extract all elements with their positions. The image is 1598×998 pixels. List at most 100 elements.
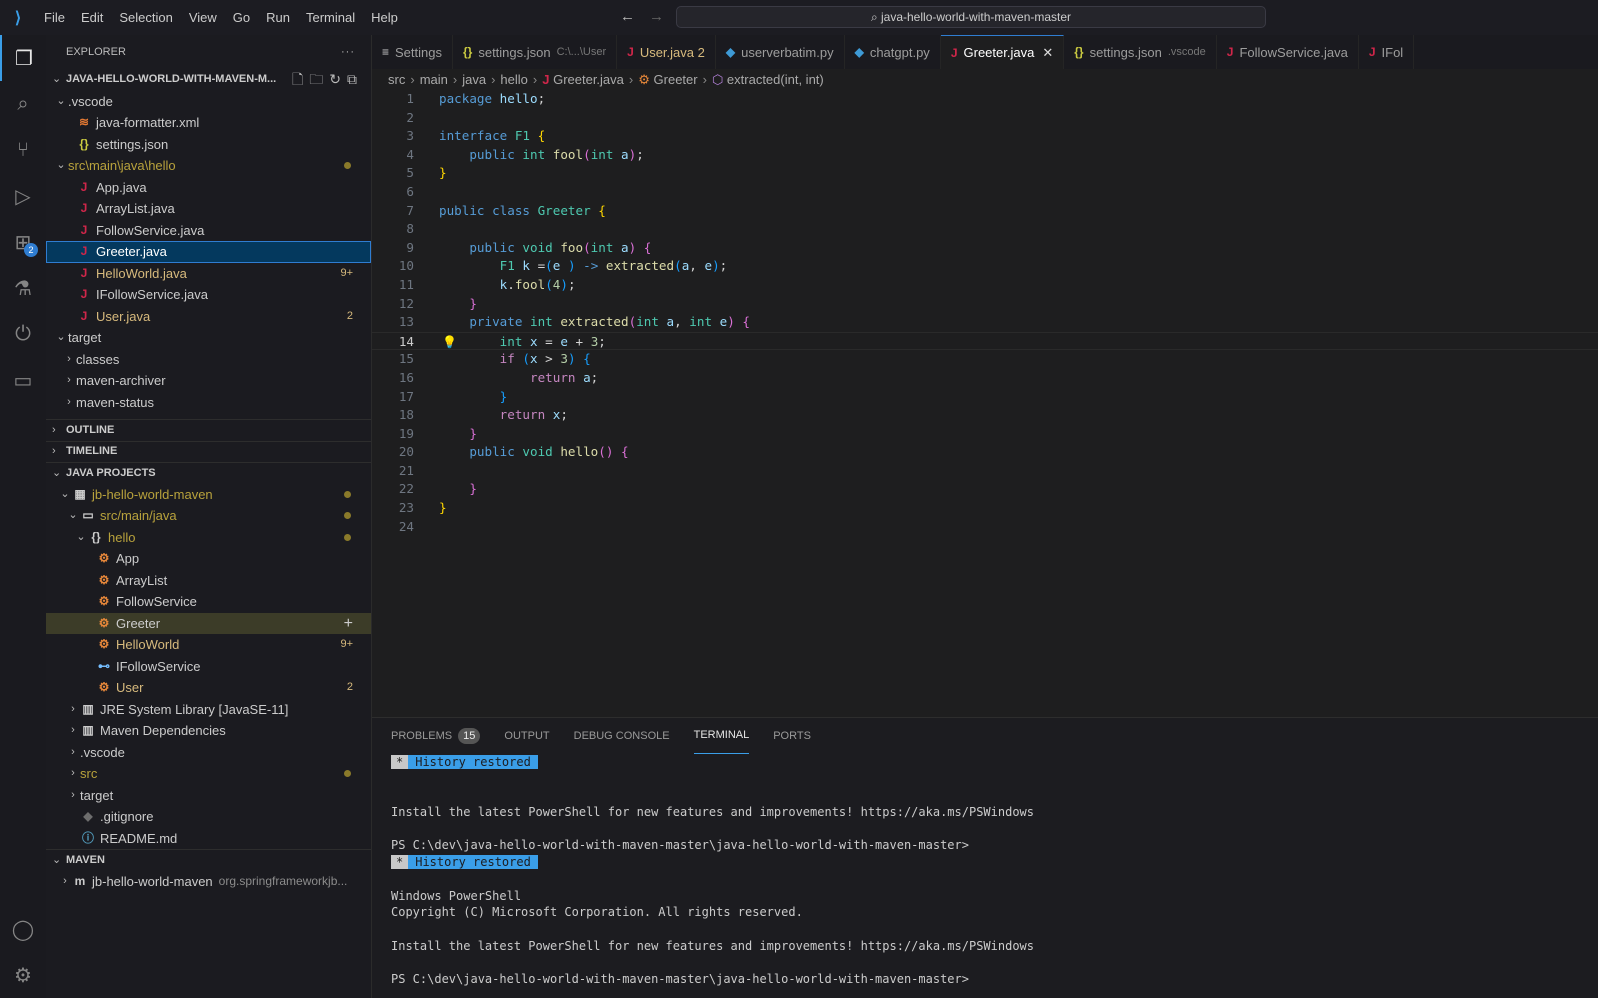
tree-item[interactable]: › src [46, 763, 371, 785]
timeline-section[interactable]: TIMELINE [66, 441, 117, 463]
tree-item[interactable]: ⚙ App [46, 548, 371, 570]
menu-go[interactable]: Go [225, 10, 258, 25]
chevron-down-icon[interactable]: ⌄ [52, 463, 66, 485]
tree-item[interactable]: J IFollowService.java [46, 284, 371, 306]
chat-icon[interactable]: ▭ [0, 357, 46, 403]
breadcrumb-item[interactable]: main [420, 72, 448, 87]
chevron-down-icon[interactable]: ⌄ [52, 850, 66, 872]
collapse-all-icon[interactable]: ⧉ [347, 71, 363, 87]
tree-item[interactable]: {} settings.json [46, 134, 371, 156]
tree-item[interactable]: › maven-archiver [46, 370, 371, 392]
menu-file[interactable]: File [36, 10, 73, 25]
tree-item[interactable]: › .vscode [46, 742, 371, 764]
run-debug-icon[interactable]: ▷ [0, 173, 46, 219]
tree-item[interactable]: ⓘ README.md [46, 828, 371, 850]
refresh-icon[interactable]: ↻ [329, 71, 347, 87]
tab-user-java-2[interactable]: J User.java 2 [617, 35, 716, 69]
tree-item[interactable]: › ▥ JRE System Library [JavaSE-11] [46, 699, 371, 721]
tree-item[interactable]: › m jb-hello-world-maven org.springframewor… [46, 871, 371, 893]
tree-item[interactable]: ⌄ ▦ jb-hello-world-maven [46, 484, 371, 506]
outline-section[interactable]: OUTLINE [66, 420, 114, 442]
menu-edit[interactable]: Edit [73, 10, 111, 25]
extensions-icon[interactable]: ⊞ 2 [0, 219, 46, 265]
tab-ifol[interactable]: J IFol [1359, 35, 1415, 69]
terminal-output[interactable]: * History restored Install the latest Powe… [372, 754, 1598, 988]
tree-item[interactable]: ⚙ HelloWorld 9+ [46, 634, 371, 656]
chevron-right-icon[interactable]: › [58, 871, 72, 893]
tree-item[interactable]: ≋ java-formatter.xml [46, 112, 371, 134]
breadcrumb-item[interactable]: extracted(int, int) [727, 72, 824, 87]
tree-item[interactable]: ⚙ Greeter + [46, 612, 371, 635]
testing-icon[interactable]: ⚗ [0, 265, 46, 311]
tab-settings[interactable]: ≡ Settings [372, 35, 453, 69]
workspace-folder-header[interactable]: JAVA-HELLO-WORLD-WITH-MAVEN-M... [66, 69, 276, 91]
forward-arrow-icon[interactable]: → [649, 8, 664, 25]
tree-item[interactable]: J Greeter.java [46, 241, 371, 263]
tree-item[interactable]: J User.java 2 [46, 306, 371, 328]
close-icon[interactable]: ✕ [1042, 45, 1053, 61]
tree-item[interactable]: ⌄ src\main\java\hello [46, 155, 371, 177]
tab-settings-json[interactable]: {} settings.json C:\...\User [453, 35, 618, 69]
chevron-right-icon[interactable]: › [66, 785, 80, 807]
chevron-right-icon[interactable]: › [66, 742, 80, 764]
chevron-down-icon[interactable]: ⌄ [58, 484, 72, 506]
chevron-down-icon[interactable]: ⌄ [66, 505, 80, 527]
chevron-right-icon[interactable]: › [62, 370, 76, 392]
source-control-icon[interactable]: ⑂ [0, 127, 46, 173]
new-folder-icon[interactable]: 🗀 [309, 71, 329, 87]
tree-item[interactable]: ⊷ IFollowService [46, 656, 371, 678]
menu-selection[interactable]: Selection [111, 10, 180, 25]
tree-item[interactable]: J HelloWorld.java 9+ [46, 263, 371, 285]
tree-item[interactable]: ⌄{} hello [46, 527, 371, 549]
panel-tab-ports[interactable]: PORTS [773, 718, 811, 754]
code-editor[interactable]: 1 package hello; 2 3 interface F1 {4 public … [372, 90, 1598, 716]
tab-userverbatim-py[interactable]: ◆ userverbatim.py [716, 35, 845, 69]
menu-help[interactable]: Help [363, 10, 406, 25]
tree-item[interactable]: J FollowService.java [46, 220, 371, 242]
chevron-down-icon[interactable]: ⌄ [54, 327, 68, 349]
chevron-right-icon[interactable]: › [66, 763, 80, 785]
chevron-right-icon[interactable]: › [52, 420, 66, 442]
chevron-down-icon[interactable]: ⌄ [74, 527, 88, 549]
tree-item[interactable]: › ▥ Maven Dependencies [46, 720, 371, 742]
menu-view[interactable]: View [181, 10, 225, 25]
tree-item[interactable]: ⚙ FollowService [46, 591, 371, 613]
breadcrumb-item[interactable]: Greeter.java [553, 72, 624, 87]
chevron-right-icon[interactable]: › [52, 441, 66, 463]
tree-item[interactable]: J ArrayList.java [46, 198, 371, 220]
chevron-down-icon[interactable]: ⌄ [52, 69, 66, 91]
chevron-down-icon[interactable]: ⌄ [54, 91, 68, 113]
panel-tab-output[interactable]: OUTPUT [504, 718, 549, 754]
more-actions-icon[interactable]: ··· [341, 35, 355, 69]
breadcrumb-item[interactable]: Greeter [654, 72, 698, 87]
tree-item[interactable]: › maven-status [46, 392, 371, 414]
add-icon[interactable]: + [344, 613, 353, 635]
chevron-right-icon[interactable]: › [66, 720, 80, 742]
breadcrumb-item[interactable]: src [388, 72, 405, 87]
tree-item[interactable]: ⌄ target [46, 327, 371, 349]
tree-item[interactable]: ◆ .gitignore [46, 806, 371, 828]
tree-item[interactable]: ⌄ ▭ src/main/java [46, 505, 371, 527]
breadcrumb-item[interactable]: hello [500, 72, 527, 87]
tree-item[interactable]: ⌄ .vscode [46, 91, 371, 113]
power-icon[interactable]: ⏻ [0, 311, 46, 357]
chevron-down-icon[interactable]: ⌄ [54, 155, 68, 177]
back-arrow-icon[interactable]: ← [620, 8, 635, 25]
explorer-icon[interactable]: ❐ [0, 35, 46, 81]
settings-gear-icon[interactable]: ⚙ [0, 952, 46, 998]
maven-section[interactable]: MAVEN [66, 850, 105, 872]
account-icon[interactable]: ◯ [0, 906, 46, 952]
command-center-search[interactable]: ⌕ java-hello-world-with-maven-master [676, 6, 1266, 28]
tree-item[interactable]: › classes [46, 349, 371, 371]
tree-item[interactable]: › target [46, 785, 371, 807]
new-file-icon[interactable]: 🗋 [292, 71, 309, 87]
panel-tab-terminal[interactable]: TERMINAL [693, 718, 750, 754]
tab-followservice-java[interactable]: J FollowService.java [1217, 35, 1359, 69]
search-icon[interactable]: ⌕ [0, 81, 46, 127]
panel-tab-debug-console[interactable]: DEBUG CONSOLE [574, 718, 670, 754]
chevron-right-icon[interactable]: › [62, 392, 76, 414]
panel-tab-problems[interactable]: PROBLEMS 15 [391, 718, 481, 754]
tree-item[interactable]: ⚙ ArrayList [46, 570, 371, 592]
tab-chatgpt-py[interactable]: ◆ chatgpt.py [845, 35, 941, 69]
chevron-right-icon[interactable]: › [62, 349, 76, 371]
